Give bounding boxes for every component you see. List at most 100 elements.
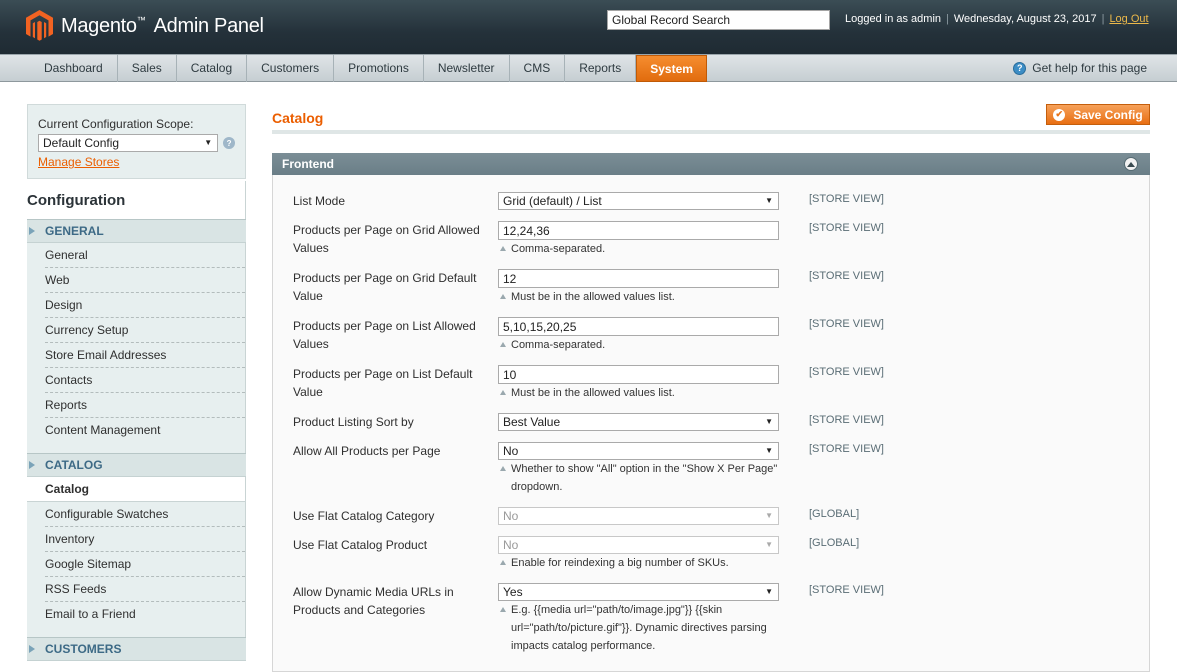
flat-category-select[interactable]: No ▼ [498,507,779,525]
magento-logo[interactable]: Magento™ Admin Panel [26,10,264,42]
logout-link[interactable]: Log Out [1109,13,1148,25]
main-nav: Dashboard Sales Catalog Customers Promot… [0,54,1177,82]
scope-tag: [STORE VIEW] [809,270,884,282]
note-arrow-icon [500,294,506,299]
save-config-button[interactable]: ✔ Save Config [1046,104,1150,125]
flat-product-select[interactable]: No ▼ [498,536,779,554]
logo-tm: ™ [136,14,146,25]
nav-sales[interactable]: Sales [118,55,177,82]
sidebar-item-configurable-swatches[interactable]: Configurable Swatches [45,502,245,527]
magento-logo-icon [26,10,53,41]
scope-select[interactable]: Default Config ▼ [38,134,219,152]
save-config-label: Save Config [1073,107,1143,122]
help-link[interactable]: ? Get help for this page [1013,55,1147,82]
sidebar-item-email-friend[interactable]: Email to a Friend [45,602,245,627]
select-value: Best Value [503,415,561,429]
field-note: Must be in the allowed values list. [498,384,779,402]
allow-all-select[interactable]: No ▼ [498,442,779,460]
checkmark-icon: ✔ [1053,108,1066,121]
note-arrow-icon [500,607,506,612]
sidebar-item-currency-setup[interactable]: Currency Setup [45,318,245,343]
scope-row: Default Config ▼ ? [38,134,235,152]
sidebar-item-reports[interactable]: Reports [45,393,245,418]
fieldset-frontend-header[interactable]: Frontend [272,153,1150,175]
sidebar-item-design[interactable]: Design [45,293,245,318]
sidebar-item-contacts[interactable]: Contacts [45,368,245,393]
nav-cms[interactable]: CMS [510,55,566,82]
field-note: Comma-separated. [498,336,779,354]
note-arrow-icon [500,390,506,395]
logo-brand: Magento [61,14,137,37]
sidebar-section-general[interactable]: GENERAL [27,219,246,243]
grid-allowed-input[interactable] [498,221,779,240]
sidebar-item-web[interactable]: Web [45,268,245,293]
note-text: Must be in the allowed values list. [511,387,675,399]
sidebar-item-catalog[interactable]: Catalog [27,477,245,502]
page-title: Catalog [272,110,324,126]
field-label: Products per Page on Grid Allowed Values [293,223,480,255]
field-control: Must be in the allowed values list. [498,269,779,306]
field-control: No ▼ Enable for reindexing a big number o… [498,536,779,572]
expand-arrow-icon [29,461,35,469]
nav-dashboard[interactable]: Dashboard [30,55,118,82]
select-value: No [503,444,519,458]
select-value: No [503,538,519,552]
collapse-icon[interactable] [1124,157,1138,171]
sidebar-item-content-management[interactable]: Content Management [45,418,245,443]
nav-newsletter[interactable]: Newsletter [424,55,510,82]
note-text: Enable for reindexing a big number of SK… [511,557,729,569]
sidebar-item-inventory[interactable]: Inventory [45,527,245,552]
field-note: E.g. {{media url="path/to/image.jpg"}} {… [498,601,779,655]
note-arrow-icon [500,560,506,565]
global-search-input[interactable] [607,10,830,30]
manage-stores-link[interactable]: Manage Stores [38,155,235,169]
header-info: Logged in as admin | Wednesday, August 23,… [845,13,1149,25]
scope-tag: [GLOBAL] [809,537,860,549]
sidebar-section-customers[interactable]: CUSTOMERS [27,637,246,661]
title-divider [272,130,1150,134]
note-arrow-icon [500,466,506,471]
list-mode-select[interactable]: Grid (default) / List ▼ [498,192,779,210]
note-text: Comma-separated. [511,339,606,351]
note-arrow-icon [500,342,506,347]
scope-tag: [STORE VIEW] [809,222,884,234]
dynamic-media-select[interactable]: Yes ▼ [498,583,779,601]
scope-tag: [STORE VIEW] [809,414,884,426]
note-text: Must be in the allowed values list. [511,291,675,303]
sidebar-section-catalog[interactable]: CATALOG [27,453,246,477]
section-label: CUSTOMERS [45,642,122,656]
field-label: Product Listing Sort by [293,415,414,429]
chevron-down-icon: ▼ [765,511,773,520]
scope-label: Current Configuration Scope: [38,117,194,131]
select-value: No [503,509,519,523]
sidebar-item-general[interactable]: General [45,243,245,268]
sidebar-item-google-sitemap[interactable]: Google Sitemap [45,552,245,577]
scope-select-value: Default Config [43,136,120,150]
sidebar-item-rss-feeds[interactable]: RSS Feeds [45,577,245,602]
nav-promotions[interactable]: Promotions [334,55,424,82]
scope-tag: [STORE VIEW] [809,584,884,596]
chevron-down-icon: ▼ [765,417,773,426]
nav-customers[interactable]: Customers [247,55,335,82]
nav-catalog[interactable]: Catalog [177,55,248,82]
select-value: Grid (default) / List [503,194,602,208]
chevron-down-icon: ▼ [204,138,213,147]
chevron-down-icon: ▼ [765,540,773,549]
scope-tag: [STORE VIEW] [809,193,884,205]
sidebar-item-store-email[interactable]: Store Email Addresses [45,343,245,368]
scope-help-icon[interactable]: ? [223,137,235,149]
nav-reports[interactable]: Reports [565,55,637,82]
nav-system[interactable]: System [636,55,707,82]
field-control: Yes ▼ E.g. {{media url="path/to/image.jpg… [498,583,779,655]
grid-default-input[interactable] [498,269,779,288]
sidebar-list-catalog: Catalog Configurable Swatches Inventory … [27,477,246,637]
field-label: Use Flat Catalog Product [293,538,428,552]
logged-in-text: Logged in as admin [845,13,942,25]
field-control: Must be in the allowed values list. [498,365,779,402]
field-control: Grid (default) / List ▼ [498,192,779,210]
sort-by-select[interactable]: Best Value ▼ [498,413,779,431]
field-control: Best Value ▼ [498,413,779,431]
list-allowed-input[interactable] [498,317,779,336]
select-value: Yes [503,585,523,599]
list-default-input[interactable] [498,365,779,384]
